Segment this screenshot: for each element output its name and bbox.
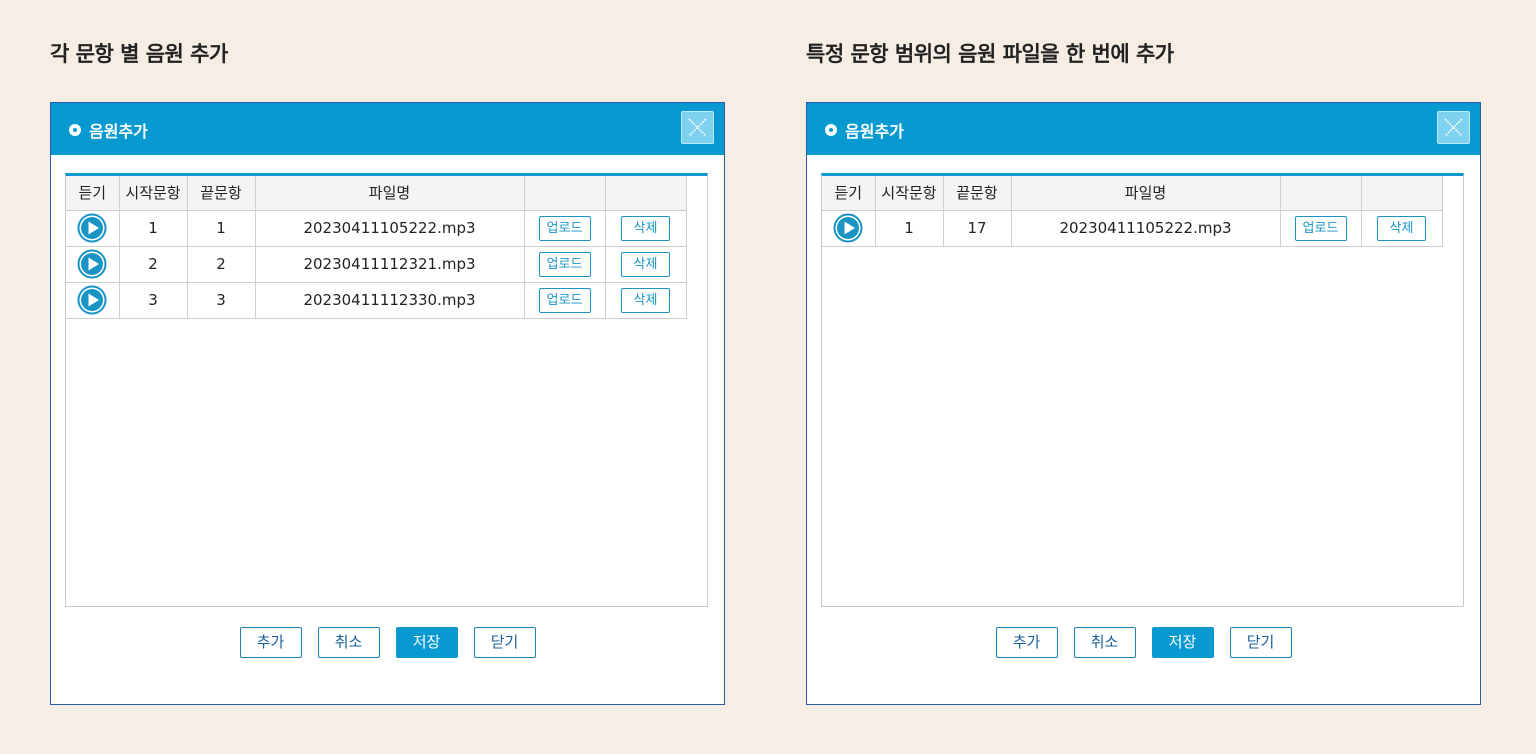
upload-button[interactable]: 업로드: [538, 215, 591, 241]
delete-cell: 삭제: [604, 209, 687, 247]
col-header-end: 끝문항: [942, 176, 1012, 211]
col-header-upload: [1279, 176, 1362, 211]
dialog-title-text: 음원추가: [845, 122, 904, 141]
filename-cell: 20230411105222.mp3: [254, 209, 525, 247]
audio-add-dialog: 음원추가 듣기 시작문항 끝문항 파일명: [50, 102, 725, 705]
col-header-filename: 파일명: [254, 176, 525, 211]
dialog-header: 음원추가: [51, 103, 724, 155]
play-icon[interactable]: [77, 285, 107, 315]
dialog-footer: 추가 취소 저장 닫기: [807, 627, 1480, 658]
filename-cell: 20230411112330.mp3: [254, 281, 525, 319]
end-item-cell: 3: [186, 281, 256, 319]
filename-cell: 20230411105222.mp3: [1010, 209, 1281, 247]
delete-button[interactable]: 삭제: [621, 215, 670, 241]
col-header-start: 시작문항: [118, 176, 188, 211]
close-icon[interactable]: [1437, 111, 1470, 144]
save-button[interactable]: 저장: [1151, 627, 1214, 658]
upload-cell: 업로드: [523, 245, 606, 283]
upload-cell: 업로드: [1279, 209, 1362, 247]
delete-cell: 삭제: [604, 281, 687, 319]
col-header-listen: 듣기: [822, 176, 876, 211]
table-header-row: 듣기 시작문항 끝문항 파일명: [822, 176, 1443, 211]
dialog-header: 음원추가: [807, 103, 1480, 155]
save-button[interactable]: 저장: [395, 627, 458, 658]
col-header-upload: [523, 176, 606, 211]
close-button[interactable]: 닫기: [1229, 627, 1292, 658]
start-item-cell: 1: [118, 209, 188, 247]
bullet-icon: [825, 124, 837, 136]
play-icon[interactable]: [77, 213, 107, 243]
col-header-delete: [604, 176, 687, 211]
section-title: 각 문항 별 음원 추가: [50, 42, 228, 66]
play-icon[interactable]: [77, 249, 107, 279]
upload-button[interactable]: 업로드: [538, 287, 591, 313]
audio-table: 듣기 시작문항 끝문항 파일명: [822, 176, 1443, 247]
upload-cell: 업로드: [523, 209, 606, 247]
listen-cell: [66, 245, 120, 283]
col-header-filename: 파일명: [1010, 176, 1281, 211]
table-row: 2 2 20230411112321.mp3 업로드 삭제: [66, 245, 687, 283]
add-button[interactable]: 추가: [239, 627, 302, 658]
panel-range: 특정 문항 범위의 음원 파일을 한 번에 추가 음원추가 듣기 시작문항 끝문…: [756, 0, 1524, 754]
filename-cell: 20230411112321.mp3: [254, 245, 525, 283]
add-button[interactable]: 추가: [995, 627, 1058, 658]
start-item-cell: 1: [874, 209, 944, 247]
audio-add-dialog: 음원추가 듣기 시작문항 끝문항 파일명: [806, 102, 1481, 705]
col-header-listen: 듣기: [66, 176, 120, 211]
listen-cell: [66, 281, 120, 319]
delete-button[interactable]: 삭제: [621, 287, 670, 313]
delete-button[interactable]: 삭제: [621, 251, 670, 277]
upload-button[interactable]: 업로드: [1294, 215, 1347, 241]
end-item-cell: 2: [186, 245, 256, 283]
panel-per-item: 각 문항 별 음원 추가 음원추가 듣기 시작문항 끝문항 파일명 1 1 20…: [0, 0, 768, 754]
delete-cell: 삭제: [604, 245, 687, 283]
dialog-title-text: 음원추가: [89, 122, 148, 141]
upload-button[interactable]: 업로드: [538, 251, 591, 277]
col-header-delete: [1360, 176, 1443, 211]
cancel-button[interactable]: 취소: [1073, 627, 1136, 658]
end-item-cell: 1: [186, 209, 256, 247]
delete-button[interactable]: 삭제: [1377, 215, 1426, 241]
play-icon[interactable]: [833, 213, 863, 243]
table-row: 3 3 20230411112330.mp3 업로드 삭제: [66, 281, 687, 319]
cancel-button[interactable]: 취소: [317, 627, 380, 658]
table-header-row: 듣기 시작문항 끝문항 파일명: [66, 176, 687, 211]
dialog-title: 음원추가: [825, 118, 904, 142]
audio-table: 듣기 시작문항 끝문항 파일명: [66, 176, 687, 319]
col-header-end: 끝문항: [186, 176, 256, 211]
listen-cell: [66, 209, 120, 247]
audio-list-box: 듣기 시작문항 끝문항 파일명: [821, 173, 1464, 607]
upload-cell: 업로드: [523, 281, 606, 319]
delete-cell: 삭제: [1360, 209, 1443, 247]
end-item-cell: 17: [942, 209, 1012, 247]
section-title: 특정 문항 범위의 음원 파일을 한 번에 추가: [806, 42, 1174, 66]
table-row: 1 1 20230411105222.mp3 업로드 삭제: [66, 209, 687, 247]
dialog-footer: 추가 취소 저장 닫기: [51, 627, 724, 658]
start-item-cell: 3: [118, 281, 188, 319]
close-icon[interactable]: [681, 111, 714, 144]
col-header-start: 시작문항: [874, 176, 944, 211]
listen-cell: [822, 209, 876, 247]
start-item-cell: 2: [118, 245, 188, 283]
close-button[interactable]: 닫기: [473, 627, 536, 658]
bullet-icon: [69, 124, 81, 136]
table-row: 1 17 20230411105222.mp3 업로드 삭제: [822, 209, 1443, 247]
dialog-title: 음원추가: [69, 118, 148, 142]
audio-list-box: 듣기 시작문항 끝문항 파일명: [65, 173, 708, 607]
